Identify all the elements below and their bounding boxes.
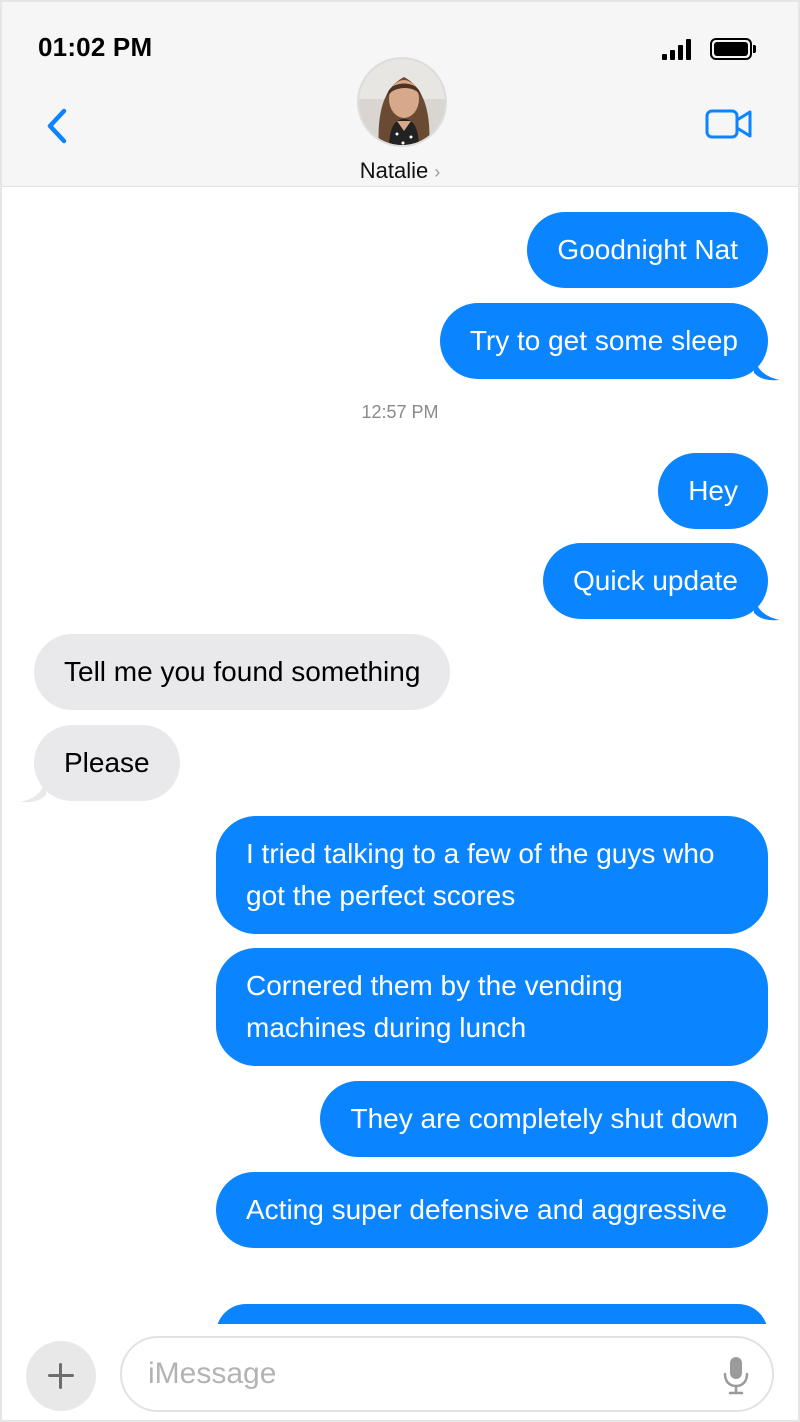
outgoing-message[interactable]: Hey xyxy=(658,453,768,529)
outgoing-message-partial[interactable] xyxy=(216,1304,768,1324)
message-thread[interactable]: Goodnight Nat Try to get some sleep 12:5… xyxy=(2,188,798,1324)
microphone-icon xyxy=(723,1357,749,1395)
status-time: 01:02 PM xyxy=(38,32,153,62)
bubble-tail xyxy=(754,599,780,621)
outgoing-message[interactable]: Try to get some sleep xyxy=(439,303,768,379)
facetime-video-button[interactable] xyxy=(704,106,754,142)
cellular-signal-icon xyxy=(662,38,692,60)
outgoing-message[interactable]: I tried talking to a few of the guys who… xyxy=(216,816,768,934)
dictation-button[interactable] xyxy=(718,1354,754,1396)
message-timestamp: 12:57 PM xyxy=(361,402,439,422)
message-composer xyxy=(2,1324,798,1420)
incoming-message[interactable]: Tell me you found something xyxy=(34,634,451,710)
outgoing-message[interactable]: Acting super defensive and aggressive xyxy=(216,1172,768,1248)
imessage-field-container[interactable] xyxy=(120,1336,774,1412)
contact-avatar[interactable] xyxy=(357,57,447,147)
outgoing-message[interactable]: Goodnight Nat xyxy=(527,212,768,288)
contact-name: Natalie xyxy=(359,158,429,183)
chevron-right-icon: › xyxy=(434,162,441,182)
avatar-photo xyxy=(359,59,445,145)
imessage-input[interactable] xyxy=(148,1350,708,1398)
bubble-tail xyxy=(20,781,46,803)
outgoing-message[interactable]: Quick update xyxy=(543,543,768,619)
back-button[interactable] xyxy=(40,106,76,146)
add-attachment-button[interactable] xyxy=(26,1341,96,1411)
conversation-header: 01:02 PM Natalie › xyxy=(2,2,798,187)
outgoing-message[interactable]: Cornered them by the vending machines du… xyxy=(216,948,768,1066)
outgoing-message[interactable]: They are completely shut down xyxy=(320,1081,768,1157)
bubble-tail xyxy=(754,359,780,381)
incoming-message[interactable]: Please xyxy=(34,725,180,801)
contact-name-button[interactable]: Natalie › xyxy=(2,158,798,184)
video-camera-icon xyxy=(705,109,752,139)
chevron-left-icon xyxy=(47,108,67,144)
phone-screen: 01:02 PM Natalie › Goodnight Nat Try to … xyxy=(0,0,800,1422)
battery-icon xyxy=(710,38,756,60)
